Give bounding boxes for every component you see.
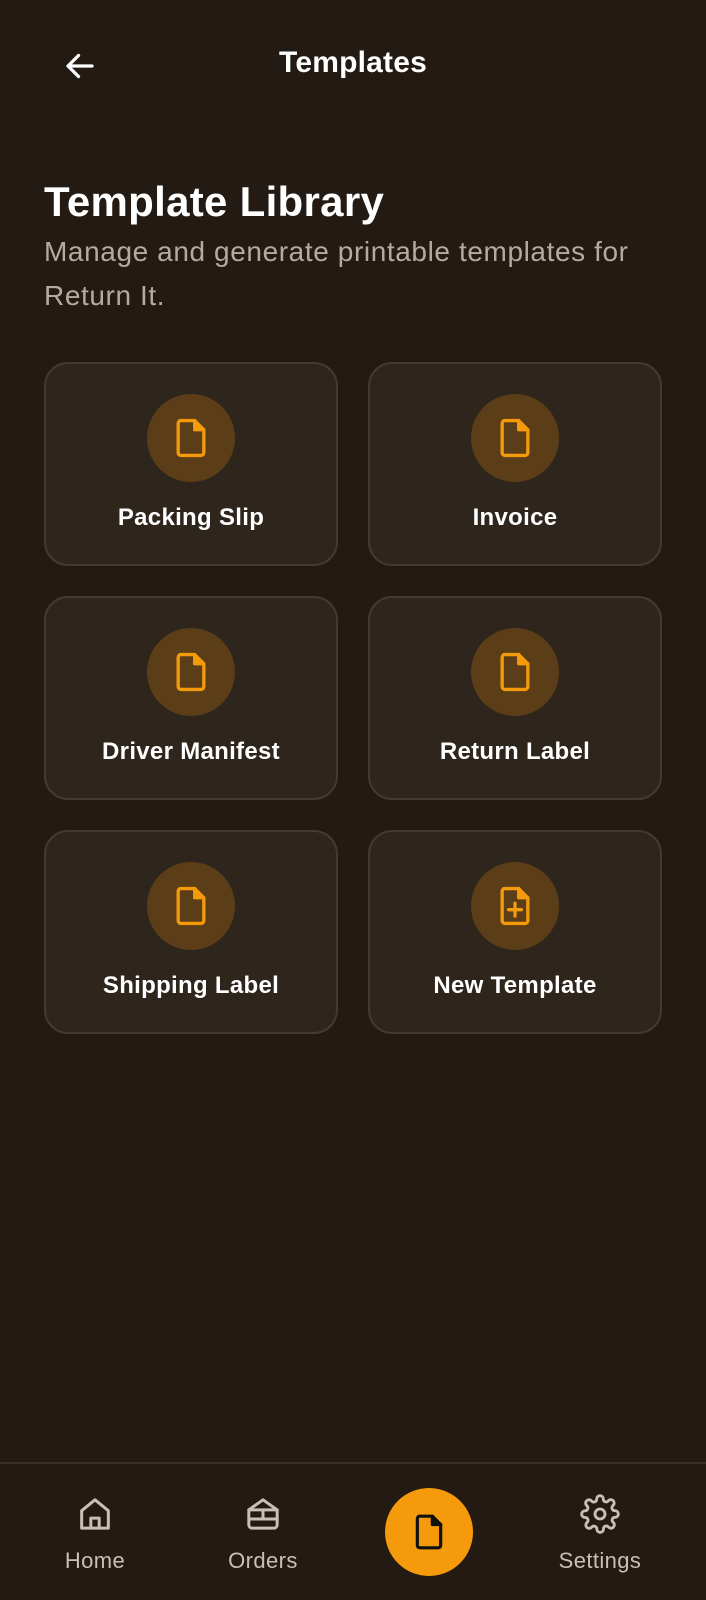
document-icon	[471, 628, 559, 716]
template-card-label: New Template	[433, 972, 597, 999]
document-icon	[471, 394, 559, 482]
box-icon	[241, 1492, 285, 1536]
template-card-label: Packing Slip	[117, 504, 265, 531]
template-card-driver-manifest[interactable]: Driver Manifest	[44, 596, 338, 800]
home-icon	[73, 1492, 117, 1536]
document-plus-icon	[471, 862, 559, 950]
template-card-shipping-label[interactable]: Shipping Label	[44, 830, 338, 1034]
template-card-label: Invoice	[472, 504, 558, 531]
template-card-packing-slip[interactable]: Packing Slip	[44, 362, 338, 566]
nav-label-home: Home	[64, 1548, 126, 1573]
nav-label-orders: Orders	[228, 1548, 298, 1573]
template-card-label: Return Label	[439, 738, 591, 765]
nav-item-settings[interactable]: Settings	[525, 1464, 675, 1600]
gear-icon	[578, 1492, 622, 1536]
document-icon	[147, 862, 235, 950]
nav-label-settings: Settings	[558, 1548, 642, 1573]
header-title: Templates	[279, 46, 427, 79]
template-card-label: Shipping Label	[102, 972, 280, 999]
document-icon	[147, 628, 235, 716]
bottom-navigation: Home Orders Settings	[0, 1462, 706, 1600]
template-card-label: Driver Manifest	[102, 738, 280, 765]
nav-item-orders[interactable]: Orders	[188, 1464, 338, 1600]
page-subtitle: Manage and generate printable templates …	[44, 236, 629, 311]
page-title: Template Library	[44, 178, 385, 225]
top-app-bar: Templates	[0, 0, 706, 132]
document-icon	[415, 1514, 443, 1550]
nav-item-templates[interactable]	[385, 1488, 473, 1576]
nav-item-home[interactable]: Home	[20, 1464, 170, 1600]
document-icon	[147, 394, 235, 482]
template-card-return-label[interactable]: Return Label	[368, 596, 662, 800]
template-grid: Packing Slip Invoice Driver Manifest Ret…	[44, 362, 662, 1034]
template-card-invoice[interactable]: Invoice	[368, 362, 662, 566]
template-card-new-template[interactable]: New Template	[368, 830, 662, 1034]
